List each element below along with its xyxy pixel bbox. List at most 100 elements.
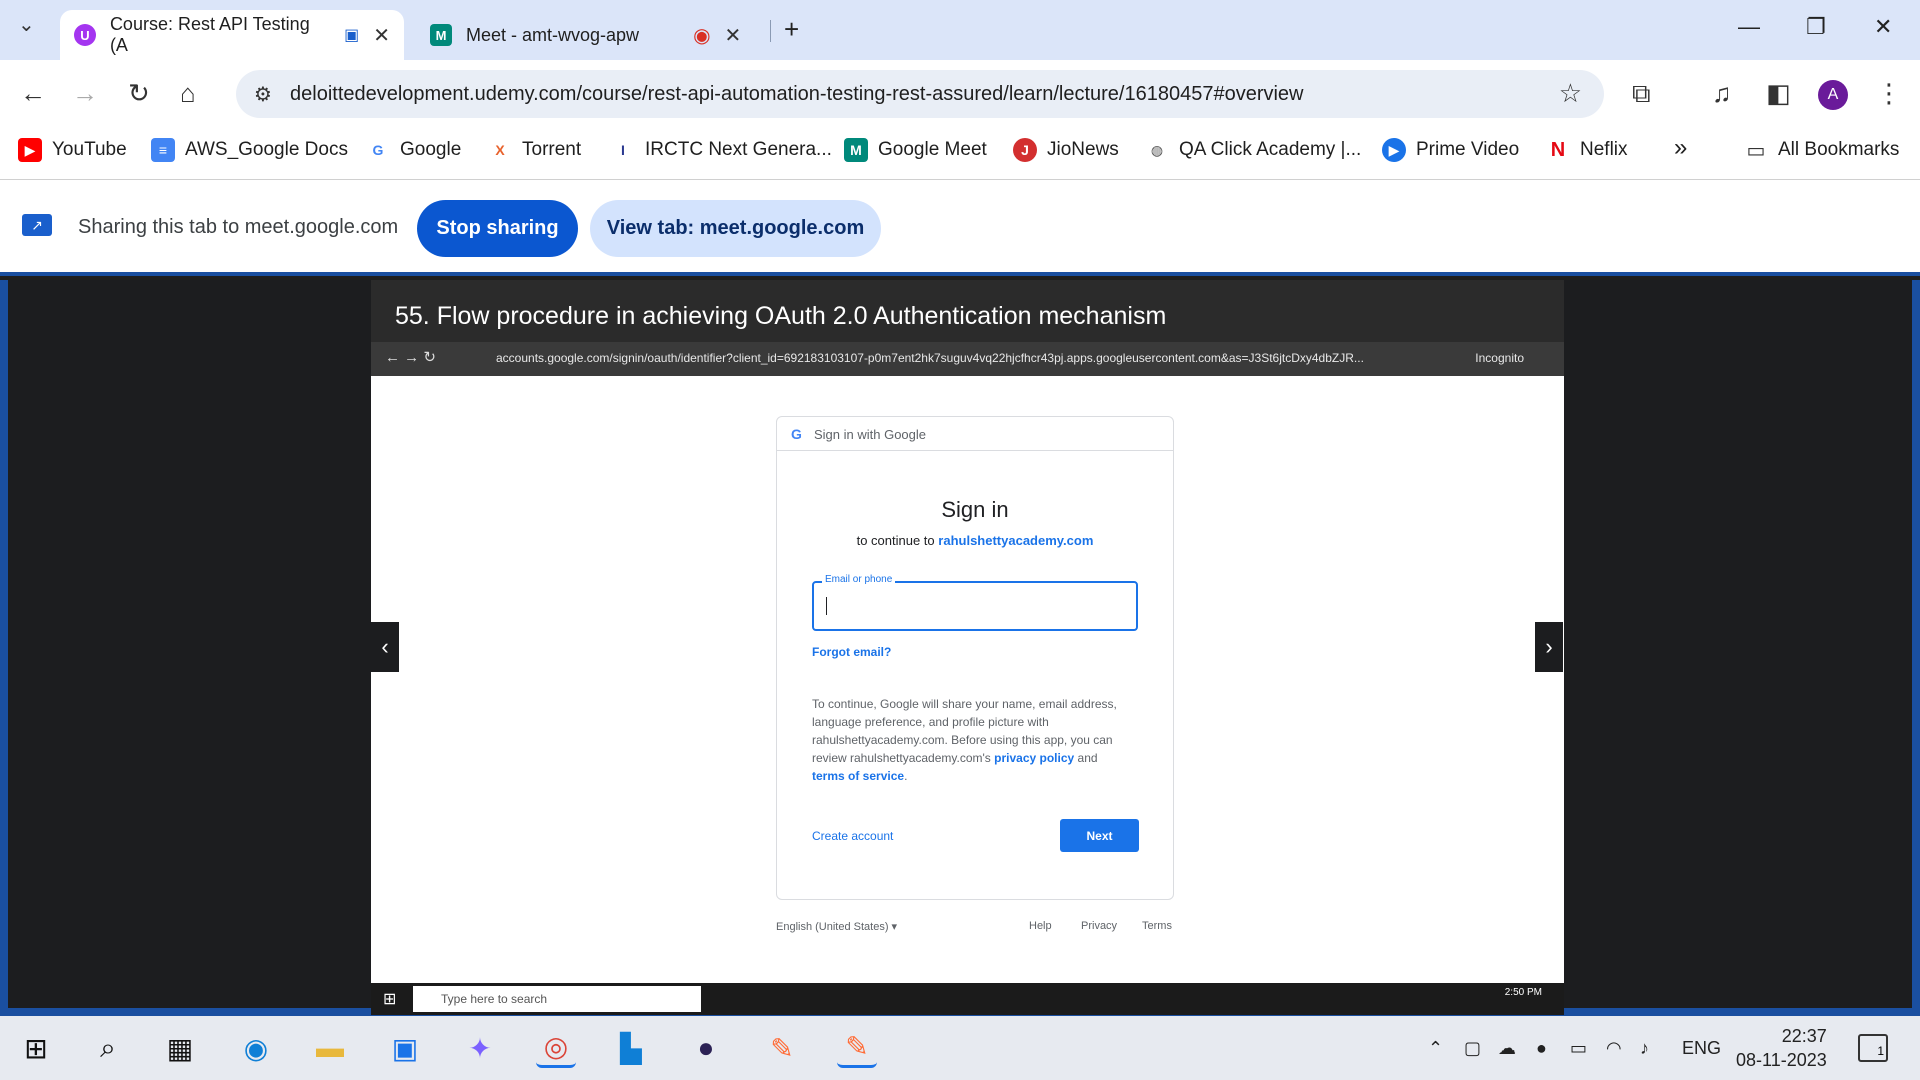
extensions-icon[interactable]: ⧉ (1632, 78, 1651, 110)
bookmark-star-icon[interactable]: ☆ (1559, 78, 1582, 109)
bookmark-irctc[interactable]: I IRCTC Next Genera... (611, 138, 832, 162)
email-label: Email or phone (822, 574, 896, 585)
privacy-policy-link[interactable]: privacy policy (994, 751, 1074, 765)
bookmark-google-meet[interactable]: M Google Meet (844, 138, 987, 162)
onedrive-icon[interactable]: ☁ (1498, 1038, 1516, 1059)
reload-icon[interactable]: ↻ (128, 78, 150, 109)
screen-share-icon: ▣ (344, 27, 360, 44)
profile-avatar[interactable]: A (1818, 80, 1848, 110)
google-logo-icon: G (791, 426, 802, 442)
microsoft-store-icon[interactable]: ▣ (385, 1028, 425, 1068)
chrome-icon[interactable]: ◎ (536, 1028, 576, 1068)
previous-lecture-arrow[interactable]: ‹ (371, 622, 399, 672)
battery-icon[interactable]: ▭ (1570, 1038, 1587, 1059)
close-tab-icon[interactable]: ✕ (725, 23, 742, 48)
file-explorer-icon[interactable]: ▬ (310, 1028, 350, 1068)
view-tab-button[interactable]: View tab: meet.google.com (590, 200, 881, 257)
torrent-icon: X (488, 138, 512, 162)
edge-icon[interactable]: ◉ (236, 1028, 276, 1068)
wifi-icon[interactable]: ◠ (1606, 1038, 1622, 1059)
video-inner-taskbar: ⊞ Type here to search 2:50 PM (371, 983, 1564, 1015)
continue-prefix: to continue to (856, 533, 935, 548)
postman-icon[interactable]: ✎ (837, 1028, 877, 1068)
terms-link[interactable]: Terms (1142, 920, 1172, 932)
bookmark-label: AWS_Google Docs (185, 139, 348, 160)
help-link[interactable]: Help (1029, 920, 1052, 932)
browser-titlebar: ⌄ U Course: Rest API Testing (A ▣ ✕ M Me… (0, 0, 1920, 60)
tab-sharing-bar: ↗ Sharing this tab to meet.google.com St… (0, 180, 1920, 276)
notification-center-icon[interactable]: 1 (1858, 1034, 1888, 1062)
terms-of-service-link[interactable]: terms of service (812, 769, 904, 783)
bookmark-jionews[interactable]: J JioNews (1013, 138, 1119, 162)
side-panel-icon[interactable]: ◧ (1766, 78, 1791, 109)
back-icon[interactable]: ← (20, 78, 46, 109)
tab-google-meet[interactable]: M Meet - amt-wvog-apw ◉ ✕ (416, 10, 764, 60)
address-url[interactable]: deloittedevelopment.udemy.com/course/res… (290, 83, 1304, 106)
email-field[interactable]: Email or phone (812, 574, 1138, 631)
folder-icon: ▭ (1744, 138, 1768, 162)
next-button[interactable]: Next (1060, 819, 1139, 852)
bookmark-prime-video[interactable]: ▶ Prime Video (1382, 138, 1519, 162)
bookmark-torrent[interactable]: X Torrent (488, 138, 581, 162)
remote-desktop-icon[interactable]: ▙ (611, 1028, 651, 1068)
text-caret (826, 597, 827, 615)
language-selector[interactable]: English (United States) ▾ (776, 920, 897, 933)
minimize-icon[interactable]: — (1738, 14, 1760, 40)
system-clock[interactable]: 22:37 08-11-2023 (1736, 1024, 1827, 1072)
tab-udemy-course[interactable]: U Course: Rest API Testing (A ▣ ✕ (60, 10, 404, 60)
signin-title: Sign in (941, 497, 1009, 522)
signin-card-header: G Sign in with Google (777, 417, 1173, 451)
browser-toolbar: ← → ↻ ⌂ ⚙ deloittedevelopment.udemy.com/… (0, 60, 1920, 126)
stop-sharing-button[interactable]: Stop sharing (417, 200, 578, 257)
postman-icon[interactable]: ✎ (762, 1028, 802, 1068)
forward-icon[interactable]: → (72, 78, 98, 109)
language-indicator[interactable]: ENG (1682, 1038, 1721, 1059)
inner-nav-icons: ← → ↻ (385, 349, 436, 366)
clock-time: 22:37 (1781, 1026, 1827, 1046)
udemy-icon: U (74, 24, 96, 46)
volume-icon[interactable]: ♪ (1640, 1038, 1649, 1059)
windows-start-icon[interactable]: ⊞ (16, 1028, 56, 1068)
show-hidden-icons-icon[interactable]: ⌃ (1428, 1038, 1443, 1059)
close-window-icon[interactable]: ✕ (1874, 14, 1892, 40)
bookmark-neflix[interactable]: N Neflix (1546, 138, 1628, 162)
course-content-area: ← → ↻ accounts.google.com/signin/oauth/i… (0, 280, 1920, 1016)
eclipse-icon[interactable]: ● (686, 1028, 726, 1068)
tab-separator (770, 20, 771, 42)
task-view-icon[interactable]: ▦ (160, 1028, 200, 1068)
copilot-icon[interactable]: ✦ (460, 1028, 500, 1068)
google-meet-icon: M (844, 138, 868, 162)
consent-notice: To continue, Google will share your name… (812, 695, 1132, 785)
tab-search-icon[interactable]: ⌄ (18, 12, 35, 37)
search-icon[interactable]: ⌕ (88, 1028, 128, 1068)
meet-now-icon[interactable]: ▢ (1464, 1038, 1481, 1059)
bookmark-google[interactable]: G Google (366, 138, 461, 162)
address-bar[interactable]: ⚙ deloittedevelopment.udemy.com/course/r… (236, 70, 1604, 118)
next-lecture-arrow[interactable]: › (1535, 622, 1563, 672)
more-bookmarks-button[interactable]: » (1674, 134, 1687, 162)
privacy-link[interactable]: Privacy (1081, 920, 1117, 932)
new-tab-button[interactable]: + (784, 14, 799, 45)
site-info-icon[interactable]: ⚙ (254, 82, 272, 107)
bookmark-aws-google-docs[interactable]: ≡ AWS_Google Docs (151, 138, 348, 162)
irctc-icon: I (611, 138, 635, 162)
bookmark-youtube[interactable]: ▶ YouTube (18, 138, 127, 162)
forgot-email-link[interactable]: Forgot email? (812, 645, 891, 659)
bookmark-label: Neflix (1580, 139, 1628, 160)
lecture-video[interactable]: ← → ↻ accounts.google.com/signin/oauth/i… (371, 280, 1564, 1015)
globe-icon: ◍ (1145, 138, 1169, 162)
create-account-link[interactable]: Create account (812, 829, 893, 843)
home-icon[interactable]: ⌂ (180, 78, 196, 109)
microphone-icon[interactable]: ● (1536, 1038, 1547, 1059)
menu-icon[interactable]: ⋮ (1876, 78, 1902, 109)
media-controls-icon[interactable]: ♫ (1712, 78, 1732, 109)
jionews-icon: J (1013, 138, 1037, 162)
bookmark-label: Google (400, 139, 462, 160)
restore-icon[interactable]: ❐ (1806, 14, 1826, 40)
bookmark-label: Prime Video (1416, 139, 1520, 160)
close-tab-icon[interactable]: ✕ (373, 23, 390, 48)
bookmark-qa-click-academy[interactable]: ◍ QA Click Academy |... (1145, 138, 1361, 162)
windows-taskbar: ⊞ ⌕ ▦ ◉ ▬ ▣ ✦ ◎ ▙ ● ✎ ✎ ⌃ ▢ ☁ ● ▭ ◠ ♪ EN… (0, 1016, 1920, 1080)
continue-text: to continue to rahulshettyacademy.com (777, 533, 1173, 548)
all-bookmarks-button[interactable]: ▭ All Bookmarks (1744, 138, 1899, 162)
